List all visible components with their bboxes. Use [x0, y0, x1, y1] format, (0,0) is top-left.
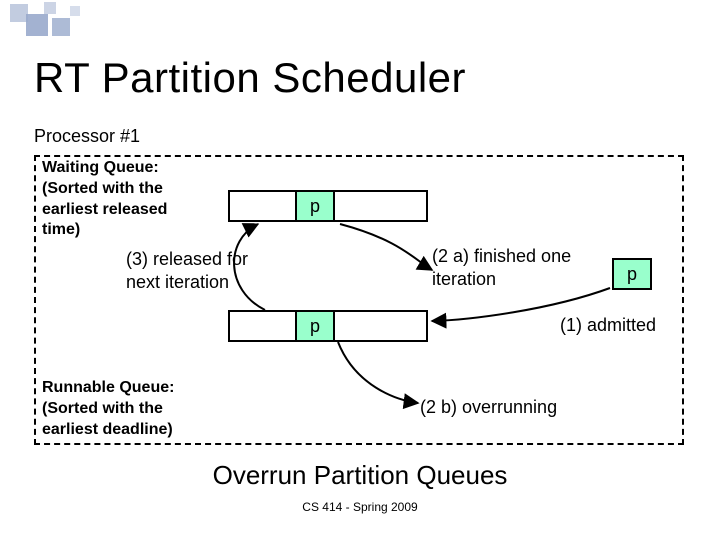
accent-squares	[0, 0, 720, 40]
runnable-queue-label: Runnable Queue: (Sorted with the earlies…	[42, 378, 212, 440]
diagram-caption: Overrun Partition Queues	[0, 460, 720, 491]
p-cell-bottom: p	[295, 310, 335, 342]
p-cell-top: p	[295, 190, 335, 222]
ann-released: (3) released for next iteration	[126, 248, 248, 295]
p-cell-side: p	[612, 258, 652, 290]
waiting-queue-label: Waiting Queue: (Sorted with the earliest…	[42, 158, 212, 241]
footer-text: CS 414 - Spring 2009	[0, 500, 720, 514]
ann-finished: (2 a) finished one iteration	[432, 245, 571, 292]
ann-overrun: (2 b) overrunning	[420, 396, 557, 419]
processor-label: Processor #1	[34, 126, 140, 147]
page-title: RT Partition Scheduler	[34, 54, 466, 102]
ann-admitted: (1) admitted	[560, 314, 656, 337]
